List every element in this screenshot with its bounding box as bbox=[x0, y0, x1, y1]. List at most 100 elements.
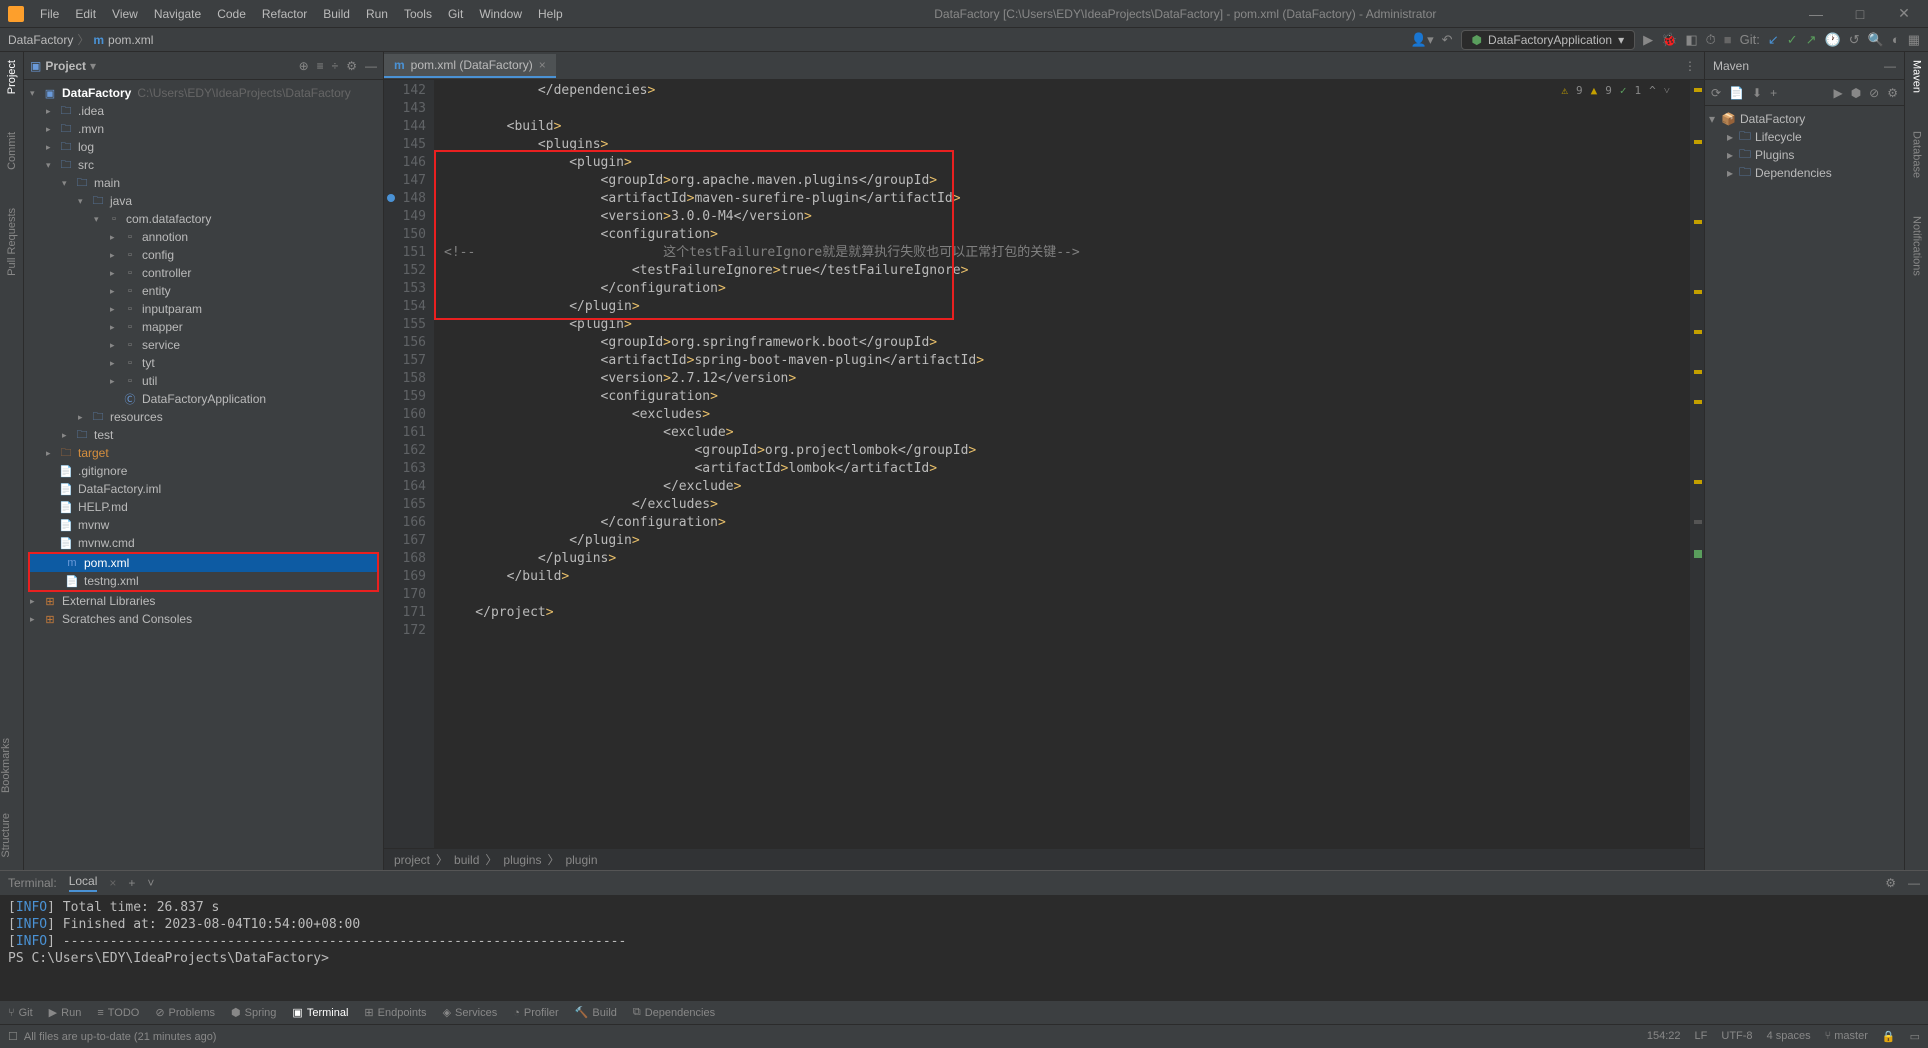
debug-button[interactable]: 🐞 bbox=[1661, 32, 1677, 48]
maven-plugins[interactable]: ▸🗀Plugins bbox=[1709, 146, 1900, 164]
chevron-down-icon[interactable]: ▾ bbox=[90, 59, 96, 73]
project-tree[interactable]: ▾▣DataFactoryC:\Users\EDY\IdeaProjects\D… bbox=[24, 80, 383, 870]
menu-help[interactable]: Help bbox=[530, 3, 571, 25]
crumb-project[interactable]: project bbox=[394, 853, 430, 867]
tree-item-service[interactable]: ▸▫service bbox=[24, 336, 383, 354]
menu-build[interactable]: Build bbox=[315, 3, 358, 25]
bottom-tab-problems[interactable]: ⊘Problems bbox=[155, 1006, 215, 1019]
tree-item-DataFactoryApplication[interactable]: ⒸDataFactoryApplication bbox=[24, 390, 383, 408]
bottom-tab-todo[interactable]: ≡TODO bbox=[97, 1007, 139, 1019]
git-update-icon[interactable]: ↙ bbox=[1768, 32, 1779, 48]
menu-edit[interactable]: Edit bbox=[67, 3, 104, 25]
inspections-widget[interactable]: ⚠9 ▲9 ✓1 ^ ˅ bbox=[1561, 82, 1670, 100]
menu-view[interactable]: View bbox=[104, 3, 146, 25]
bottom-tab-run[interactable]: ▶Run bbox=[49, 1006, 82, 1019]
tree-item-entity[interactable]: ▸▫entity bbox=[24, 282, 383, 300]
chevron-up-icon[interactable]: ^ bbox=[1649, 82, 1656, 100]
bottom-tab-profiler[interactable]: ◔Profiler bbox=[513, 1007, 559, 1019]
run-configuration-dropdown[interactable]: ⬢ DataFactoryApplication ▾ bbox=[1461, 30, 1636, 50]
avatar-icon[interactable]: ▦ bbox=[1908, 32, 1920, 48]
settings-icon[interactable]: ⚙ bbox=[346, 59, 357, 73]
tree-item-tyt[interactable]: ▸▫tyt bbox=[24, 354, 383, 372]
left-tab-bookmarks[interactable]: Bookmarks bbox=[0, 728, 12, 803]
chevron-down-icon[interactable]: ˅ bbox=[1664, 82, 1670, 100]
run-button[interactable]: ▶ bbox=[1643, 32, 1653, 48]
hide-icon[interactable]: — bbox=[1884, 59, 1896, 73]
tree-item-resources[interactable]: ▸🗀resources bbox=[24, 408, 383, 426]
run-icon[interactable]: ▶ bbox=[1833, 86, 1842, 100]
generate-sources-icon[interactable]: 📄 bbox=[1729, 86, 1744, 100]
maven-dependencies[interactable]: ▸🗀Dependencies bbox=[1709, 164, 1900, 182]
git-push-icon[interactable]: ↗ bbox=[1806, 32, 1817, 48]
bottom-tab-spring[interactable]: ⬢Spring bbox=[231, 1006, 276, 1019]
tree-item-test[interactable]: ▸🗀test bbox=[24, 426, 383, 444]
tree-item-util[interactable]: ▸▫util bbox=[24, 372, 383, 390]
menu-git[interactable]: Git bbox=[440, 3, 471, 25]
maven-tree[interactable]: ▾📦DataFactory ▸🗀Lifecycle ▸🗀Plugins ▸🗀De… bbox=[1705, 106, 1904, 186]
menu-run[interactable]: Run bbox=[358, 3, 396, 25]
structure-breadcrumb[interactable]: project〉 build〉 plugins〉 plugin bbox=[384, 848, 1704, 870]
hide-icon[interactable]: — bbox=[365, 59, 377, 73]
menu-navigate[interactable]: Navigate bbox=[146, 3, 209, 25]
collapse-all-icon[interactable]: ÷ bbox=[332, 59, 339, 73]
toggle-offline-icon[interactable]: ⊘ bbox=[1869, 86, 1879, 100]
chevron-down-icon[interactable]: ˅ bbox=[147, 876, 154, 890]
tree-item-target[interactable]: ▸🗀target bbox=[24, 444, 383, 462]
close-tab-icon[interactable]: × bbox=[539, 58, 546, 72]
editor-tab-pom[interactable]: m pom.xml (DataFactory) × bbox=[384, 54, 556, 78]
menu-file[interactable]: File bbox=[32, 3, 67, 25]
project-label[interactable]: Project bbox=[45, 59, 86, 73]
search-icon[interactable]: 🔍 bbox=[1868, 32, 1884, 48]
breadcrumb-project[interactable]: DataFactory bbox=[8, 33, 73, 47]
tree-item-HELP.md[interactable]: 📄HELP.md bbox=[24, 498, 383, 516]
terminal-settings-icon[interactable]: ⚙ bbox=[1885, 876, 1896, 890]
tree-item-mvnw.cmd[interactable]: 📄mvnw.cmd bbox=[24, 534, 383, 552]
tree-item-pom.xml[interactable]: mpom.xml bbox=[30, 554, 377, 572]
menu-window[interactable]: Window bbox=[471, 3, 530, 25]
tree-item-.gitignore[interactable]: 📄.gitignore bbox=[24, 462, 383, 480]
menu-tools[interactable]: Tools bbox=[396, 3, 440, 25]
ide-settings-icon[interactable]: ◐ bbox=[1892, 32, 1900, 47]
bottom-tab-services[interactable]: ◈Services bbox=[443, 1006, 498, 1019]
coverage-button[interactable]: ◧ bbox=[1685, 32, 1697, 48]
editor-body[interactable]: 142143144145146147 148149150151152153154… bbox=[384, 80, 1704, 848]
expand-all-icon[interactable]: ≡ bbox=[317, 59, 324, 73]
gutter[interactable]: 142143144145146147 148149150151152153154… bbox=[384, 80, 434, 848]
add-icon[interactable]: + bbox=[1770, 86, 1777, 100]
git-rollback-icon[interactable]: ↺ bbox=[1849, 32, 1860, 48]
stop-button[interactable]: ■ bbox=[1724, 32, 1732, 47]
crumb-plugin[interactable]: plugin bbox=[565, 853, 597, 867]
add-config-icon[interactable]: 👤▾ bbox=[1411, 32, 1434, 48]
terminal-close-tab[interactable]: × bbox=[109, 876, 116, 890]
tree-item-src[interactable]: ▾🗀src bbox=[24, 156, 383, 174]
tree-item-.mvn[interactable]: ▸🗀.mvn bbox=[24, 120, 383, 138]
maven-lifecycle[interactable]: ▸🗀Lifecycle bbox=[1709, 128, 1900, 146]
tree-item-.idea[interactable]: ▸🗀.idea bbox=[24, 102, 383, 120]
code-area[interactable]: ⚠9 ▲9 ✓1 ^ ˅ </dependencies> <build> <pl… bbox=[434, 80, 1690, 848]
tree-item-mapper[interactable]: ▸▫mapper bbox=[24, 318, 383, 336]
left-tab-commit[interactable]: Commit bbox=[6, 128, 18, 174]
tree-item-com.datafactory[interactable]: ▾▫com.datafactory bbox=[24, 210, 383, 228]
settings-icon[interactable]: ⚙ bbox=[1887, 86, 1898, 100]
close-button[interactable]: ✕ bbox=[1888, 5, 1920, 22]
tree-item-controller[interactable]: ▸▫controller bbox=[24, 264, 383, 282]
tree-item-inputparam[interactable]: ▸▫inputparam bbox=[24, 300, 383, 318]
crumb-build[interactable]: build bbox=[454, 853, 479, 867]
file-encoding[interactable]: UTF-8 bbox=[1721, 1030, 1752, 1043]
tree-item-main[interactable]: ▾🗀main bbox=[24, 174, 383, 192]
tree-item-java[interactable]: ▾🗀java bbox=[24, 192, 383, 210]
left-tab-project[interactable]: Project bbox=[6, 56, 18, 98]
bottom-tab-build[interactable]: 🔨Build bbox=[575, 1006, 617, 1019]
memory-indicator[interactable]: ▭ bbox=[1910, 1030, 1920, 1043]
tree-item-annotion[interactable]: ▸▫annotion bbox=[24, 228, 383, 246]
terminal-content[interactable]: [INFO] Total time: 26.837 s[INFO] Finish… bbox=[0, 895, 1928, 1000]
tree-item-DataFactory.iml[interactable]: 📄DataFactory.iml bbox=[24, 480, 383, 498]
tree-item-testng.xml[interactable]: 📄testng.xml bbox=[30, 572, 377, 590]
tree-item-config[interactable]: ▸▫config bbox=[24, 246, 383, 264]
profile-button[interactable]: ⏱ bbox=[1706, 32, 1716, 48]
status-icon[interactable]: ☐ bbox=[8, 1030, 18, 1043]
bottom-tab-git[interactable]: ⑂Git bbox=[8, 1007, 33, 1019]
git-commit-icon[interactable]: ✓ bbox=[1787, 32, 1798, 48]
bottom-tab-terminal[interactable]: ▣Terminal bbox=[292, 1006, 348, 1019]
indent-info[interactable]: 4 spaces bbox=[1767, 1030, 1811, 1043]
